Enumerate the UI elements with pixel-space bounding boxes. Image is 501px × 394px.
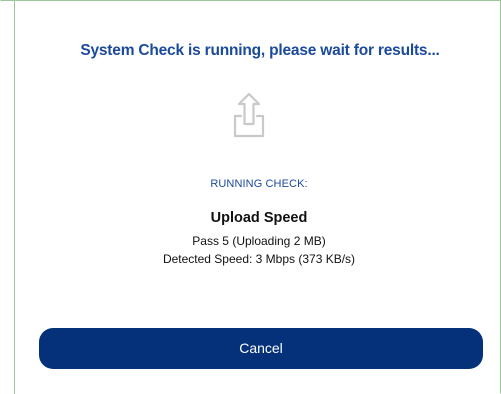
cancel-button[interactable]: Cancel [39, 328, 483, 369]
running-check-label: RUNNING CHECK: [210, 178, 308, 190]
check-pass-status: Pass 5 (Uploading 2 MB) [192, 234, 326, 248]
detected-speed: Detected Speed: 3 Mbps (373 KB/s) [162, 252, 356, 266]
dialog-title: System Check is running, please wait for… [80, 42, 440, 59]
upload-icon [229, 90, 269, 142]
check-name: Upload Speed [210, 210, 308, 226]
